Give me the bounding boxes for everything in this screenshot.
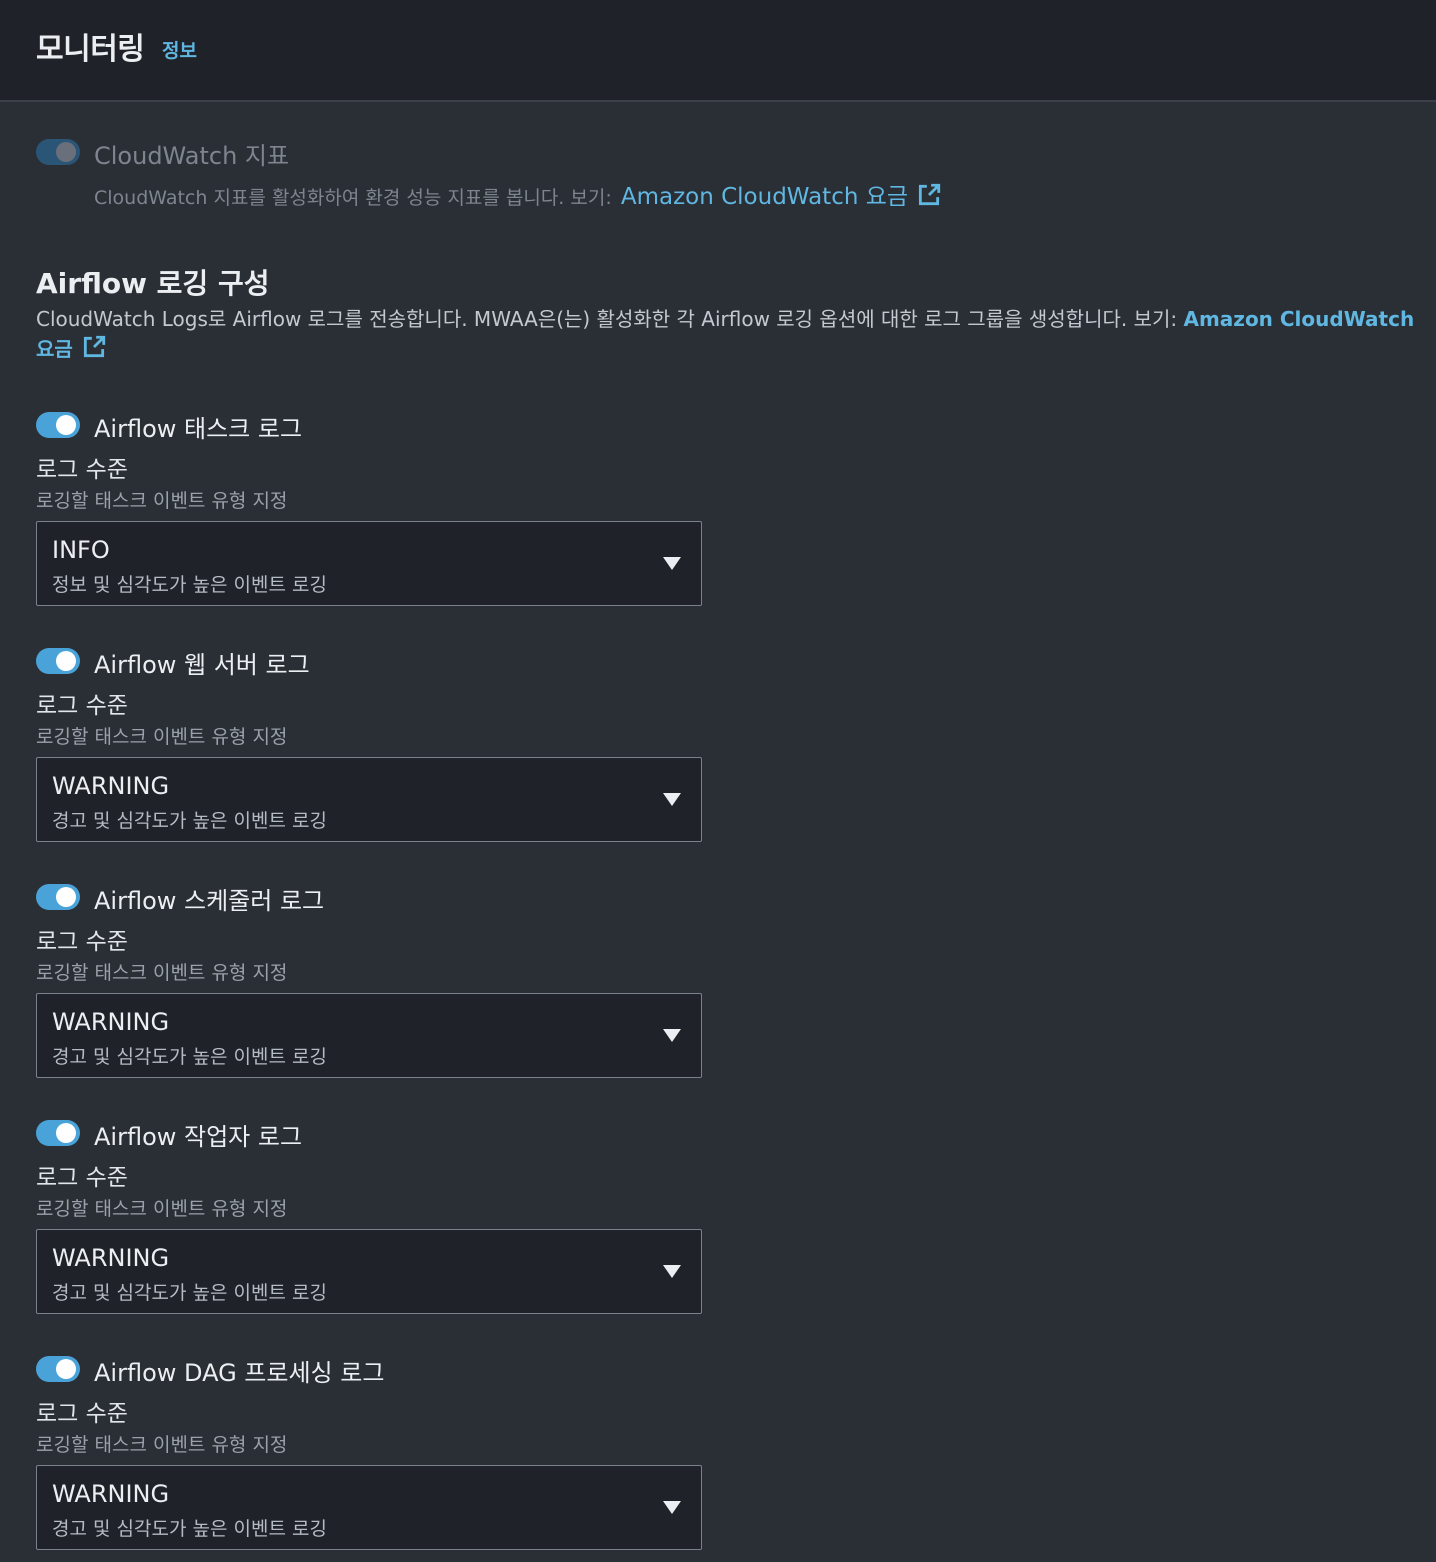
dag-processing-logs-level-label: 로그 수준 xyxy=(36,1401,128,1427)
task-logs-selected-value: INFO xyxy=(52,536,110,564)
dag-processing-logs-level-select[interactable]: WARNING 경고 및 심각도가 높은 이벤트 로깅 xyxy=(36,1465,702,1550)
cloudwatch-metrics-toggle xyxy=(36,139,80,165)
info-link[interactable]: 정보 xyxy=(162,36,197,63)
webserver-logs-selected-description: 경고 및 심각도가 높은 이벤트 로깅 xyxy=(52,810,327,832)
worker-logs-title: Airflow 작업자 로그 xyxy=(94,1123,303,1151)
worker-logs-selected-description: 경고 및 심각도가 높은 이벤트 로깅 xyxy=(52,1282,327,1304)
task-logs-level-select[interactable]: INFO 정보 및 심각도가 높은 이벤트 로깅 xyxy=(36,521,702,606)
worker-logs-level-description: 로깅할 태스크 이벤트 유형 지정 xyxy=(36,1198,288,1220)
caret-down-icon xyxy=(663,1501,681,1514)
task-logs-selected-description: 정보 및 심각도가 높은 이벤트 로깅 xyxy=(52,574,327,596)
webserver-logs-level-label: 로그 수준 xyxy=(36,693,128,719)
external-link-icon[interactable] xyxy=(81,334,107,368)
toggle-knob xyxy=(56,142,76,162)
dag-processing-logs-toggle[interactable] xyxy=(36,1356,80,1382)
worker-logs-level-label: 로그 수준 xyxy=(36,1165,128,1191)
worker-logs-level-select[interactable]: WARNING 경고 및 심각도가 높은 이벤트 로깅 xyxy=(36,1229,702,1314)
logging-section-description: CloudWatch Logs로 Airflow 로그를 전송합니다. MWAA… xyxy=(36,307,1178,331)
dag-processing-logs-selected-value: WARNING xyxy=(52,1480,170,1508)
scheduler-logs-selected-description: 경고 및 심각도가 높은 이벤트 로깅 xyxy=(52,1046,327,1068)
page-title: 모니터링 xyxy=(36,32,145,67)
cloudwatch-metrics-description-row: CloudWatch 지표를 활성화하여 환경 성능 지표를 봅니다. 보기: … xyxy=(94,177,942,214)
logging-section-description-row: CloudWatch Logs로 Airflow 로그를 전송합니다. MWAA… xyxy=(36,305,1416,368)
logging-section-title: Airflow 로깅 구성 xyxy=(36,267,270,300)
scheduler-logs-title: Airflow 스케줄러 로그 xyxy=(94,887,325,915)
task-logs-level-label: 로그 수준 xyxy=(36,457,128,483)
dag-processing-logs-level-description: 로깅할 태스크 이벤트 유형 지정 xyxy=(36,1434,288,1456)
toggle-knob xyxy=(56,887,76,907)
cloudwatch-pricing-link[interactable]: Amazon CloudWatch 요금 xyxy=(621,183,942,210)
page-header: 모니터링 정보 xyxy=(0,0,1436,102)
task-logs-title: Airflow 태스크 로그 xyxy=(94,415,303,443)
cloudwatch-pricing-link-text[interactable]: Amazon CloudWatch 요금 xyxy=(621,184,908,210)
monitoring-panel: CloudWatch 지표 CloudWatch 지표를 활성화하여 환경 성능… xyxy=(0,102,1436,1562)
task-logs-level-description: 로깅할 태스크 이벤트 유형 지정 xyxy=(36,490,288,512)
task-logs-toggle[interactable] xyxy=(36,412,80,438)
caret-down-icon xyxy=(663,1029,681,1042)
webserver-logs-level-select[interactable]: WARNING 경고 및 심각도가 높은 이벤트 로깅 xyxy=(36,757,702,842)
caret-down-icon xyxy=(663,557,681,570)
caret-down-icon xyxy=(663,1265,681,1278)
cloudwatch-metrics-label: CloudWatch 지표 xyxy=(94,142,290,170)
dag-processing-logs-selected-description: 경고 및 심각도가 높은 이벤트 로깅 xyxy=(52,1518,327,1540)
webserver-logs-title: Airflow 웹 서버 로그 xyxy=(94,651,310,679)
toggle-knob xyxy=(56,1359,76,1379)
scheduler-logs-level-description: 로깅할 태스크 이벤트 유형 지정 xyxy=(36,962,288,984)
cloudwatch-metrics-description: CloudWatch 지표를 활성화하여 환경 성능 지표를 봅니다. 보기: xyxy=(94,187,612,209)
webserver-logs-level-description: 로깅할 태스크 이벤트 유형 지정 xyxy=(36,726,288,748)
scheduler-logs-selected-value: WARNING xyxy=(52,1008,170,1036)
worker-logs-toggle[interactable] xyxy=(36,1120,80,1146)
webserver-logs-toggle[interactable] xyxy=(36,648,80,674)
scheduler-logs-level-select[interactable]: WARNING 경고 및 심각도가 높은 이벤트 로깅 xyxy=(36,993,702,1078)
scheduler-logs-toggle[interactable] xyxy=(36,884,80,910)
webserver-logs-selected-value: WARNING xyxy=(52,772,170,800)
caret-down-icon xyxy=(663,793,681,806)
toggle-knob xyxy=(56,651,76,671)
dag-processing-logs-title: Airflow DAG 프로세싱 로그 xyxy=(94,1359,385,1387)
toggle-knob xyxy=(56,415,76,435)
scheduler-logs-level-label: 로그 수준 xyxy=(36,929,128,955)
toggle-knob xyxy=(56,1123,76,1143)
external-link-icon[interactable] xyxy=(916,182,942,214)
worker-logs-selected-value: WARNING xyxy=(52,1244,170,1272)
